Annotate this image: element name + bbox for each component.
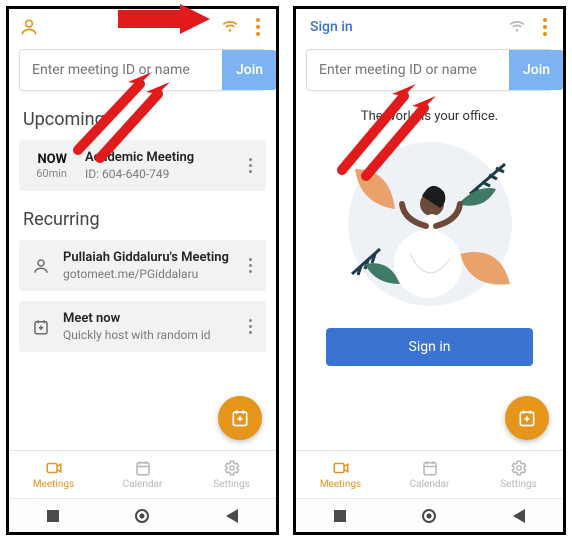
now-duration: 60min	[27, 167, 67, 180]
tab-label: Calendar	[123, 479, 163, 490]
upcoming-heading: Upcoming	[9, 101, 276, 140]
tab-meetings[interactable]: Meetings	[296, 451, 385, 498]
android-navbar	[296, 498, 563, 532]
recent-apps-key[interactable]	[334, 510, 346, 522]
cast-icon[interactable]	[507, 17, 527, 37]
recurring-sub: gotomeet.me/PGiddalaru	[63, 267, 242, 281]
topbar	[9, 9, 276, 45]
cast-icon[interactable]	[220, 17, 240, 37]
join-button[interactable]: Join	[509, 50, 564, 90]
home-key[interactable]	[135, 509, 149, 523]
meeting-title: Academic Meeting	[85, 150, 242, 165]
upcoming-item[interactable]: NOW 60min Academic Meeting ID: 604-640-7…	[19, 140, 266, 191]
person-icon	[27, 257, 55, 275]
back-key[interactable]	[226, 509, 238, 523]
recurring-sub: Quickly host with random id	[63, 328, 242, 342]
meeting-id-input[interactable]	[20, 62, 222, 78]
phone-right: Sign in Join The world is your office.	[293, 6, 566, 535]
profile-icon[interactable]	[19, 17, 39, 37]
tab-label: Settings	[213, 479, 250, 490]
topbar: Sign in	[296, 9, 563, 45]
home-key[interactable]	[422, 509, 436, 523]
tab-settings[interactable]: Settings	[187, 451, 276, 498]
bottom-tabbar: Meetings Calendar Settings	[9, 450, 276, 498]
recurring-item[interactable]: Pullaiah Giddaluru's Meeting gotomeet.me…	[19, 240, 266, 291]
tab-label: Calendar	[410, 479, 450, 490]
tab-label: Meetings	[33, 479, 74, 490]
now-label: NOW	[27, 152, 67, 167]
tab-label: Settings	[500, 479, 537, 490]
back-key[interactable]	[513, 509, 525, 523]
meeting-id: ID: 604-640-749	[85, 167, 242, 181]
signin-button[interactable]: Sign in	[326, 328, 534, 366]
recent-apps-key[interactable]	[47, 510, 59, 522]
tab-meetings[interactable]: Meetings	[9, 451, 98, 498]
bottom-tabbar: Meetings Calendar Settings	[296, 450, 563, 498]
menu-kebab[interactable]	[537, 18, 553, 36]
search-row: Join	[306, 49, 553, 91]
hero-illustration	[340, 134, 520, 314]
item-menu-icon[interactable]	[242, 158, 258, 173]
item-menu-icon[interactable]	[242, 258, 258, 273]
phone-left: Join Upcoming NOW 60min Academic Meeting…	[6, 6, 279, 535]
recurring-title: Meet now	[63, 311, 242, 326]
join-button[interactable]: Join	[222, 50, 277, 90]
android-navbar	[9, 498, 276, 532]
meeting-id-input[interactable]	[307, 62, 509, 78]
tab-calendar[interactable]: Calendar	[385, 451, 474, 498]
fab-new-meeting[interactable]	[218, 396, 262, 440]
tab-calendar[interactable]: Calendar	[98, 451, 187, 498]
search-row: Join	[19, 49, 266, 91]
meet-now-icon	[27, 318, 55, 336]
menu-kebab[interactable]	[250, 18, 266, 36]
tab-label: Meetings	[320, 479, 361, 490]
item-menu-icon[interactable]	[242, 319, 258, 334]
fab-new-meeting[interactable]	[505, 396, 549, 440]
tab-settings[interactable]: Settings	[474, 451, 563, 498]
hero-text: The world is your office.	[361, 109, 498, 124]
signin-link[interactable]: Sign in	[306, 19, 353, 35]
recurring-heading: Recurring	[9, 201, 276, 240]
recurring-item[interactable]: Meet now Quickly host with random id	[19, 301, 266, 352]
recurring-title: Pullaiah Giddaluru's Meeting	[63, 250, 242, 265]
